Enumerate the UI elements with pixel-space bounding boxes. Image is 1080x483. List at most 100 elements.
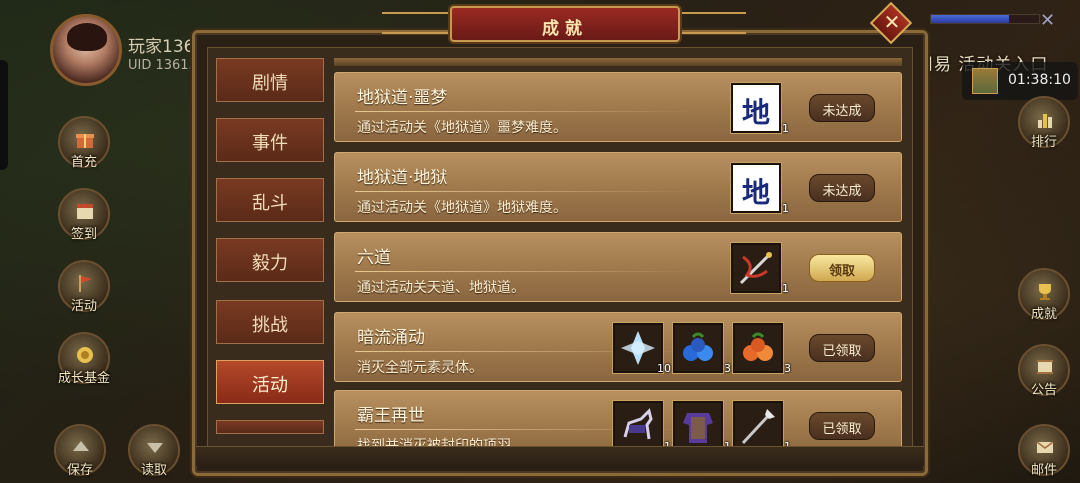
achievement-title: 六道 <box>357 248 391 268</box>
tab-story[interactable]: 剧情 <box>216 58 324 102</box>
achievement-title: 地狱道·地狱 <box>357 168 448 188</box>
close-icon: ✕ <box>883 10 901 34</box>
spear-icon[interactable]: 1 <box>733 401 791 452</box>
mail-label: 邮件 <box>1030 463 1058 478</box>
achievement-button[interactable]: 成就 <box>1018 268 1070 322</box>
blue-fruit-icon[interactable]: 3 <box>673 323 731 375</box>
achievement-row: 地狱道·噩梦 通过活动关《地狱道》噩梦难度。 地 1 未达成 <box>334 72 902 142</box>
tab-perseverance[interactable]: 毅力 <box>216 238 324 282</box>
war-horse-art <box>623 408 653 440</box>
dialog-bottom-edge <box>196 446 924 466</box>
row-divider <box>355 271 695 272</box>
status-label: 已领取 <box>822 422 862 437</box>
save-button[interactable]: 保存 <box>54 424 106 478</box>
events-label: 活动 <box>70 299 98 314</box>
reward-count: 1 <box>782 122 789 135</box>
timer-text: 01:38:10 <box>1008 72 1071 88</box>
ice-crystal-art <box>621 331 655 365</box>
coin-icon <box>77 347 93 363</box>
dialog-title-plate: 成就 <box>450 6 680 42</box>
achievement-list[interactable]: 地狱道·噩梦 通过活动关《地狱道》噩梦难度。 地 1 未达成 地狱道·地狱 通过… <box>334 58 902 452</box>
status-badge: 已领取 <box>809 334 875 362</box>
earth-scroll-icon[interactable]: 地 1 <box>731 163 789 215</box>
trophy-icon <box>1039 284 1051 300</box>
status-label: 未达成 <box>822 104 862 119</box>
load-button[interactable]: 读取 <box>128 424 180 478</box>
achievement-title: 暗流涌动 <box>357 328 425 348</box>
row-divider <box>355 111 695 112</box>
tab-challenge[interactable]: 挑战 <box>216 300 324 344</box>
load-icon <box>147 443 163 453</box>
reward-count: 3 <box>724 362 731 375</box>
reward-count: 1 <box>782 202 789 215</box>
mail-icon <box>1036 441 1054 453</box>
reward-glyph: 地 <box>741 176 770 209</box>
tab-events[interactable]: 事件 <box>216 118 324 162</box>
hp-bar <box>930 14 1040 24</box>
ice-crystal-icon[interactable]: 10 <box>613 323 671 375</box>
load-label: 读取 <box>140 463 168 478</box>
save-icon <box>73 441 89 451</box>
calendar-icon <box>77 204 93 219</box>
tab-label: 事件 <box>252 133 288 154</box>
game-screen: 玩家1361 UID 13615 首充 签到 活动 成长基金 保存 读取 ✕ 司… <box>0 0 1080 483</box>
player-avatar[interactable] <box>50 14 122 86</box>
growth-fund-button[interactable]: 成长基金 <box>57 332 111 386</box>
close-button[interactable]: ✕ <box>869 1 913 45</box>
mail-button[interactable]: 邮件 <box>1018 424 1070 478</box>
achievement-description: 通过活动关《地狱道》噩梦难度。 <box>357 120 567 136</box>
status-badge: 未达成 <box>809 174 875 202</box>
achievement-description: 消灭全部元素灵体。 <box>357 360 483 376</box>
reward-count: 10 <box>657 362 671 375</box>
scroll-icon <box>1037 360 1053 374</box>
claim-label: 领取 <box>828 264 855 279</box>
achievement-row: 六道 通过活动关天道、地狱道。 1 领取 <box>334 232 902 302</box>
status-label: 未达成 <box>822 184 862 199</box>
sign-in-button[interactable]: 签到 <box>58 188 110 242</box>
event-timer[interactable]: 01:38:10 <box>962 62 1078 100</box>
status-label: 已领取 <box>822 344 862 359</box>
achievement-description: 通过活动关天道、地狱道。 <box>357 280 525 296</box>
achievement-title: 地狱道·噩梦 <box>357 88 448 108</box>
orange-fruit-icon[interactable]: 3 <box>733 323 791 375</box>
events-button[interactable]: 活动 <box>58 260 110 314</box>
ranking-icon <box>1038 114 1052 128</box>
status-badge: 未达成 <box>809 94 875 122</box>
achievement-label: 成就 <box>1030 307 1058 322</box>
tab-partial[interactable] <box>216 420 324 434</box>
dragon-sword-art <box>739 251 773 285</box>
reward-count: 3 <box>784 362 791 375</box>
tab-label: 乱斗 <box>252 193 288 214</box>
title-ornament-right <box>676 12 746 34</box>
notice-button[interactable]: 公告 <box>1018 344 1070 398</box>
player-uid: UID 13615 <box>128 58 197 73</box>
tab-label: 毅力 <box>252 253 288 274</box>
save-label: 保存 <box>66 463 94 478</box>
tab-brawl[interactable]: 乱斗 <box>216 178 324 222</box>
row-divider <box>355 191 695 192</box>
notice-label: 公告 <box>1030 383 1058 398</box>
war-horse-icon[interactable]: 1 <box>613 401 671 452</box>
orange-fruit-art <box>743 332 773 361</box>
tab-activity[interactable]: 活动 <box>216 360 324 404</box>
ranking-button[interactable]: 排行 <box>1018 96 1070 150</box>
achievement-row: 霸王再世 找到并消灭被封印的项羽。 1 1 1 已领取 <box>334 390 902 452</box>
tab-label: 挑战 <box>252 315 288 336</box>
armor-art <box>683 413 713 443</box>
armor-icon[interactable]: 1 <box>673 401 731 452</box>
compass-icon[interactable]: ✕ <box>1040 10 1060 31</box>
claim-button[interactable]: 领取 <box>809 254 875 282</box>
dialog-title: 成就 <box>542 19 588 39</box>
growth-fund-label: 成长基金 <box>57 371 111 386</box>
achievement-title: 霸王再世 <box>357 406 425 426</box>
achievement-row: 暗流涌动 消灭全部元素灵体。 10 3 3 已领取 <box>334 312 902 382</box>
reward-glyph: 地 <box>741 96 770 129</box>
earth-scroll-icon[interactable]: 地 1 <box>731 83 789 135</box>
sign-in-label: 签到 <box>70 227 98 242</box>
reward-count: 1 <box>782 282 789 295</box>
blue-fruit-art <box>683 332 713 361</box>
event-portrait-icon <box>972 68 998 94</box>
first-recharge-button[interactable]: 首充 <box>58 116 110 170</box>
dragon-sword-icon[interactable]: 1 <box>731 243 789 295</box>
achievement-description: 通过活动关《地狱道》地狱难度。 <box>357 200 567 216</box>
